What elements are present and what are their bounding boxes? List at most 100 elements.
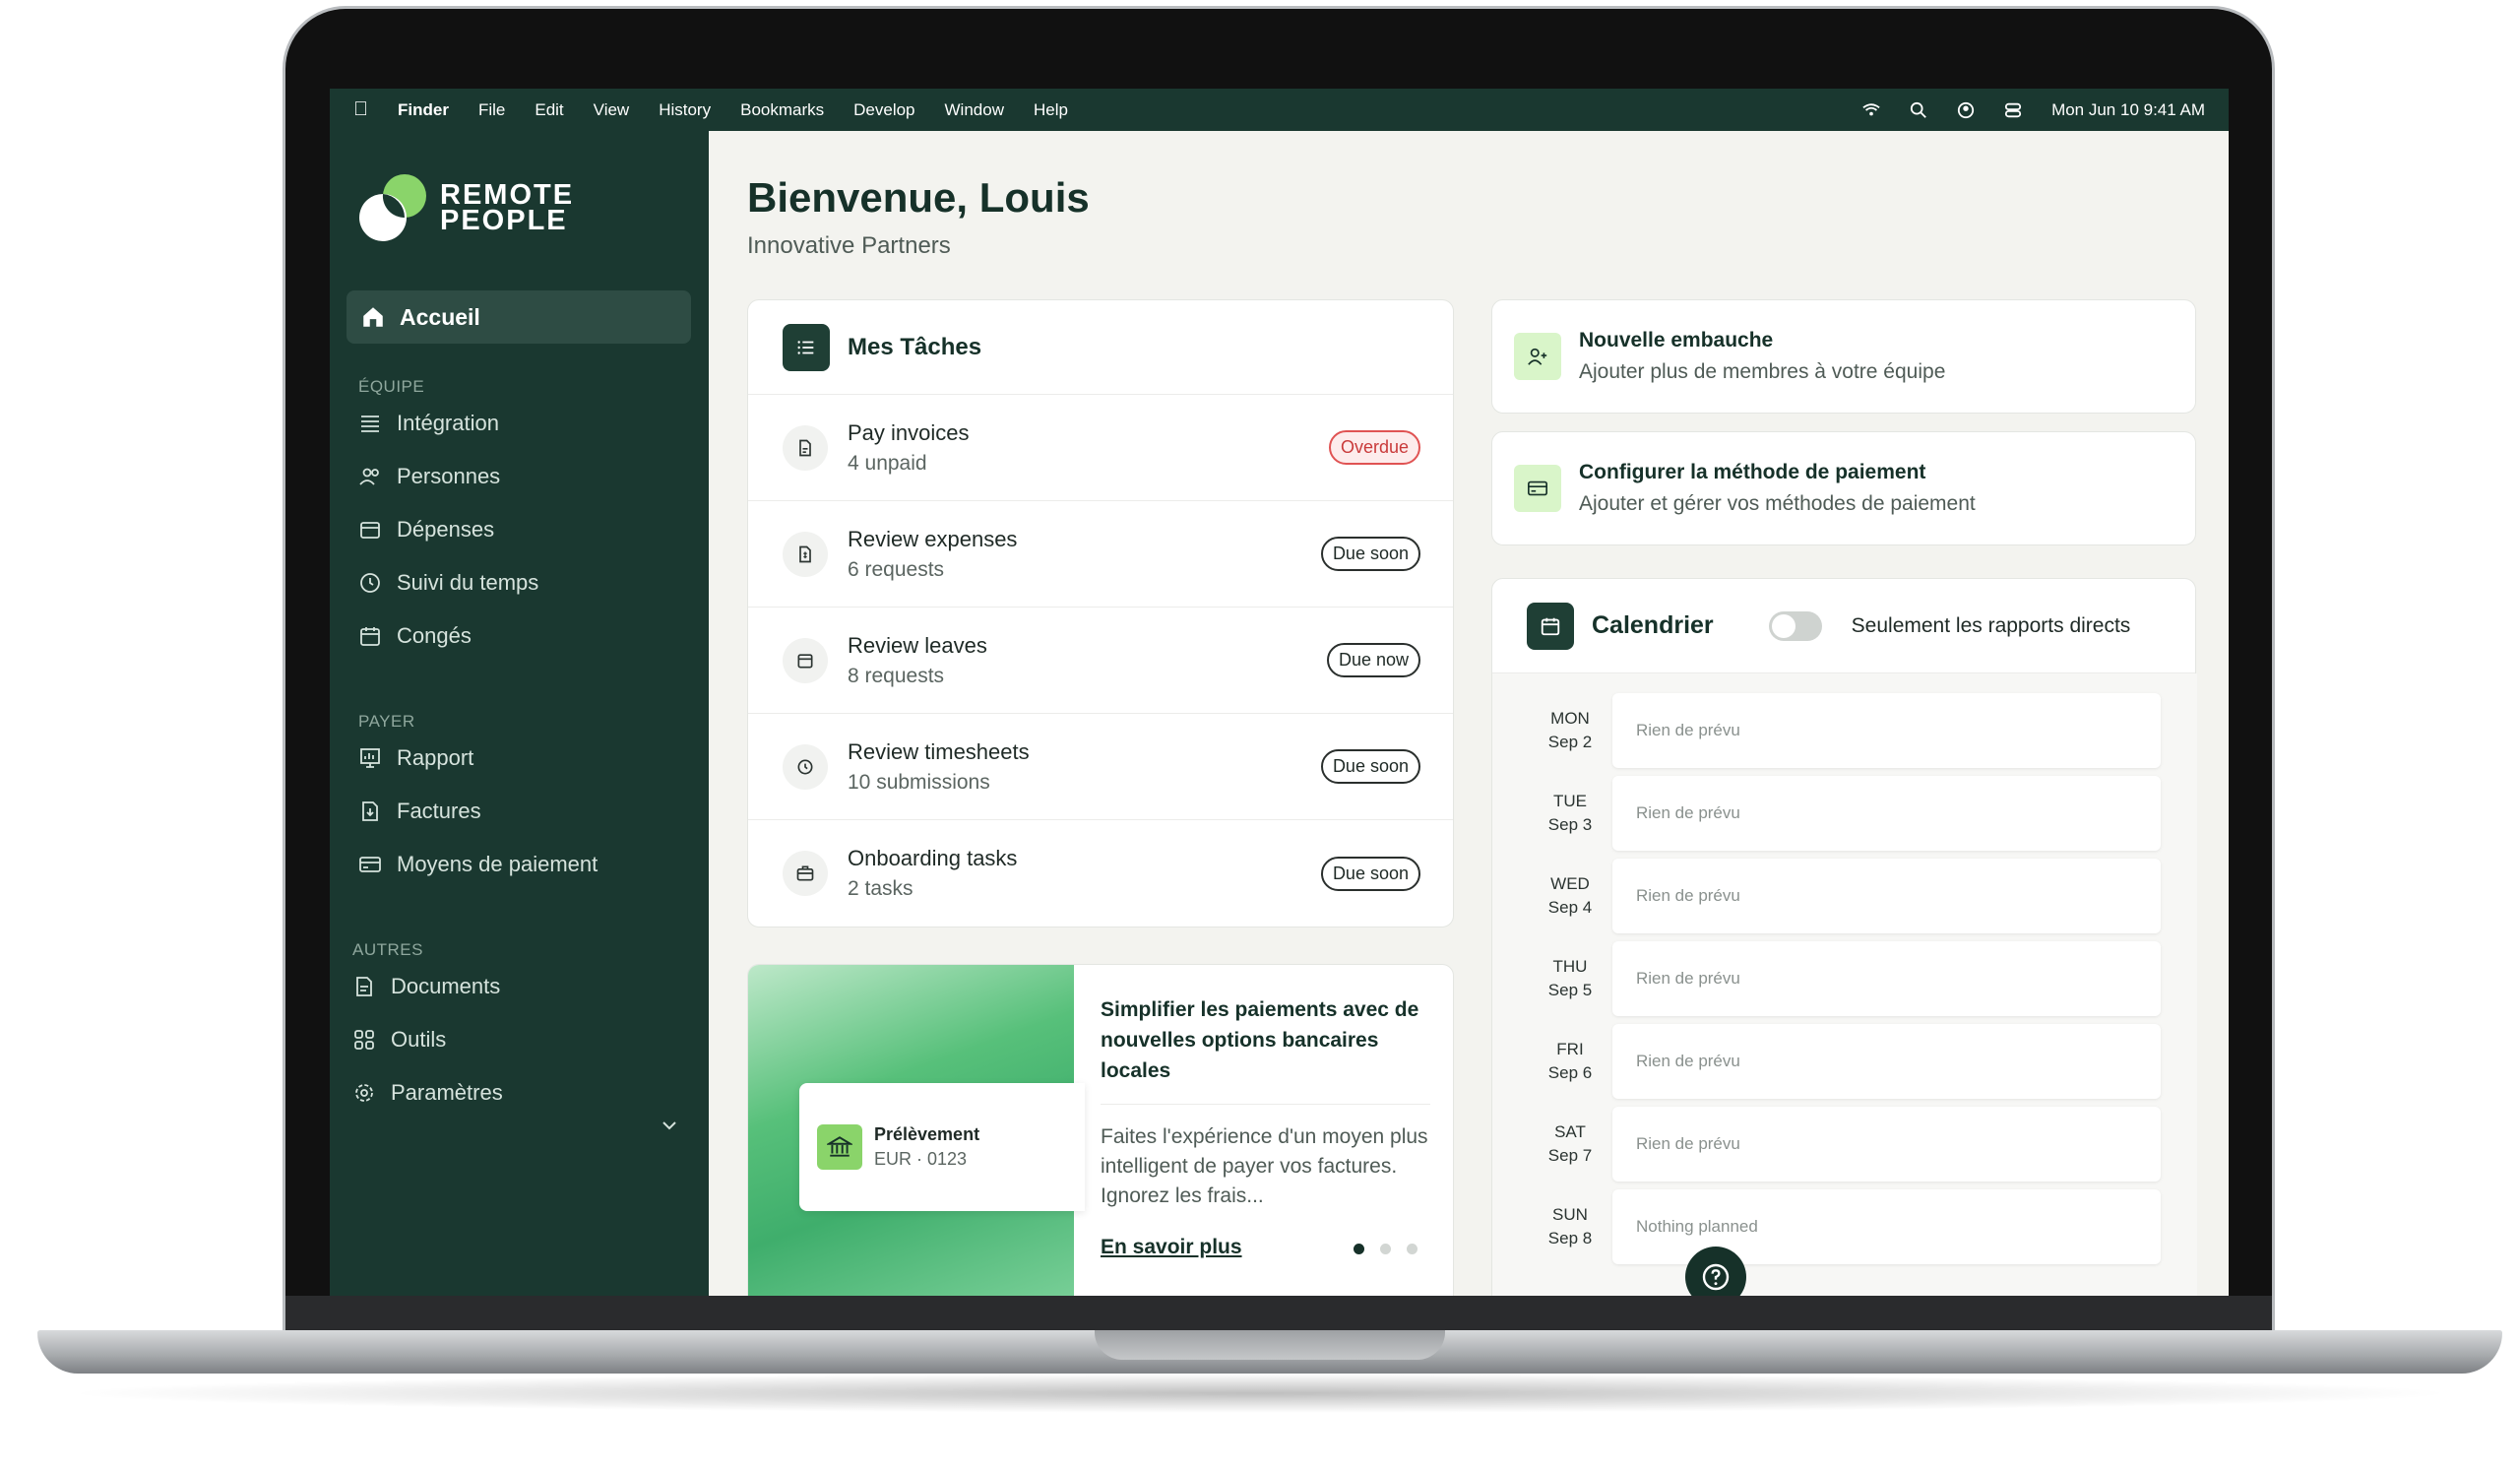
menu-view[interactable]: View <box>594 100 630 120</box>
search-icon[interactable] <box>1910 101 1927 119</box>
task-name: Review timesheets <box>848 738 1030 764</box>
tasks-header: Mes Tâches <box>748 300 1453 395</box>
task-row[interactable]: Review leaves 8 requests Due now <box>748 608 1453 714</box>
menu-edit[interactable]: Edit <box>535 100 563 120</box>
main-content: Bienvenue, Louis Innovative Partners Mes… <box>709 131 2229 1296</box>
wifi-icon[interactable] <box>1862 101 1880 119</box>
calendar-day[interactable]: THU Sep 5 Rien de prévu <box>1528 941 2161 1016</box>
control-center-icon[interactable] <box>2004 101 2022 119</box>
menu-file[interactable]: File <box>478 100 505 120</box>
company-name: Innovative Partners <box>747 232 951 259</box>
menu-window[interactable]: Window <box>945 100 1004 120</box>
menu-help[interactable]: Help <box>1034 100 1068 120</box>
day-events[interactable]: Nothing planned <box>1612 1189 2161 1264</box>
payment-method-card[interactable]: Configurer la méthode de paiement Ajoute… <box>1491 431 2196 545</box>
day-events[interactable]: Rien de prévu <box>1612 693 2161 768</box>
sidebar-item-label: Moyens de paiement <box>397 852 598 876</box>
task-count: 6 requests <box>848 557 945 581</box>
menu-datetime[interactable]: Mon Jun 10 9:41 AM <box>2051 100 2205 120</box>
grid-icon <box>351 1027 377 1053</box>
credit-card-icon <box>357 852 383 877</box>
promo-text: Faites l'expérience d'un moyen plus inte… <box>1101 1125 1428 1207</box>
calendar-header: Calendrier Seulement les rapports direct… <box>1492 579 2195 673</box>
menu-develop[interactable]: Develop <box>853 100 914 120</box>
promo-card: Prélèvement EUR · 0123 Simplifier les pa… <box>747 964 1454 1296</box>
sidebar-item-label: Personnes <box>397 464 501 488</box>
day-events[interactable]: Rien de prévu <box>1612 941 2161 1016</box>
sidebar-item-label: Documents <box>391 974 501 998</box>
add-user-icon <box>1514 333 1561 380</box>
task-count: 2 tasks <box>848 877 914 900</box>
task-row[interactable]: Review expenses 6 requests Due soon <box>748 501 1453 608</box>
menu-bookmarks[interactable]: Bookmarks <box>740 100 824 120</box>
sidebar-item-documents[interactable]: Documents <box>351 970 500 1003</box>
task-name: Review leaves <box>848 632 987 658</box>
day-events[interactable]: Rien de prévu <box>1612 776 2161 851</box>
task-row[interactable]: Pay invoices 4 unpaid Overdue <box>748 395 1453 501</box>
sidebar-item-personnes[interactable]: Personnes <box>357 460 500 493</box>
menu-history[interactable]: History <box>659 100 711 120</box>
status-badge: Due soon <box>1320 856 1420 891</box>
sidebar-item-moyens-de-paiement[interactable]: Moyens de paiement <box>357 848 598 881</box>
user-icon[interactable] <box>1957 101 1975 119</box>
carousel-dot[interactable] <box>1354 1244 1364 1254</box>
chevron-down-icon[interactable] <box>660 1116 679 1135</box>
sidebar-item-conges[interactable]: Congés <box>357 619 472 653</box>
calendar-day[interactable]: FRI Sep 6 Rien de prévu <box>1528 1024 2161 1099</box>
day-events[interactable]: Rien de prévu <box>1612 1107 2161 1182</box>
tasks-title: Mes Tâches <box>848 333 982 360</box>
day-of-week: SAT <box>1554 1122 1586 1141</box>
day-date: Sep 2 <box>1547 733 1593 751</box>
calendar-day[interactable]: TUE Sep 3 Rien de prévu <box>1528 776 2161 851</box>
action-title: Nouvelle embauche <box>1579 329 1774 352</box>
promo-image: Prélèvement EUR · 0123 <box>748 965 1085 1296</box>
sidebar-item-factures[interactable]: Factures <box>357 795 481 828</box>
task-row[interactable]: Onboarding tasks 2 tasks Due soon <box>748 820 1453 927</box>
sidebar-item-label: Rapport <box>397 745 474 770</box>
logo-icon <box>359 174 426 241</box>
calendar-day[interactable]: WED Sep 4 Rien de prévu <box>1528 859 2161 933</box>
sidebar-item-outils[interactable]: Outils <box>351 1023 446 1056</box>
menu-finder[interactable]: Finder <box>398 100 449 120</box>
sidebar-item-label: Dépenses <box>397 517 495 542</box>
sidebar-item-rapport[interactable]: Rapport <box>357 741 473 775</box>
day-of-week: TUE <box>1553 792 1587 810</box>
bank-icon <box>817 1124 862 1170</box>
apple-icon[interactable]:  <box>353 98 368 121</box>
task-name: Review expenses <box>848 526 1018 551</box>
learn-more-link[interactable]: En savoir plus <box>1101 1236 1242 1259</box>
carousel-dots <box>1354 1244 1418 1254</box>
sidebar-item-integration[interactable]: Intégration <box>357 407 499 440</box>
section-payer: PAYER <box>358 712 415 731</box>
action-subtitle: Ajouter et gérer vos méthodes de paiemen… <box>1579 492 1976 515</box>
tasks-card: Mes Tâches Pay invoices 4 unpaid Overdue… <box>747 299 1454 927</box>
sidebar-item-parametres[interactable]: Paramètres <box>351 1076 503 1110</box>
sidebar: REMOTE PEOPLE Accueil ÉQUIPE Intégration… <box>330 131 709 1296</box>
task-row[interactable]: Review timesheets 10 submissions Due soo… <box>748 714 1453 820</box>
calendar-day[interactable]: SUN Sep 8 Nothing planned <box>1528 1189 2161 1264</box>
day-date: Sep 4 <box>1547 898 1593 917</box>
task-count: 10 submissions <box>848 770 990 794</box>
calendar-day[interactable]: SAT Sep 7 Rien de prévu <box>1528 1107 2161 1182</box>
task-name: Pay invoices <box>848 419 970 445</box>
brand-logo[interactable]: REMOTE PEOPLE <box>357 172 574 243</box>
sidebar-item-accueil[interactable]: Accueil <box>346 290 691 344</box>
briefcase-icon <box>783 851 828 896</box>
carousel-dot[interactable] <box>1380 1244 1391 1254</box>
day-events[interactable]: Rien de prévu <box>1612 1024 2161 1099</box>
carousel-dot[interactable] <box>1407 1244 1418 1254</box>
sidebar-item-suivi-du-temps[interactable]: Suivi du temps <box>357 566 538 600</box>
direct-reports-toggle[interactable] <box>1768 610 1822 641</box>
sidebar-item-label: Suivi du temps <box>397 570 539 595</box>
status-badge: Due now <box>1326 643 1420 677</box>
new-hire-card[interactable]: Nouvelle embauche Ajouter plus de membre… <box>1491 299 2196 414</box>
sidebar-item-depenses[interactable]: Dépenses <box>357 513 494 546</box>
payment-method-preview: Prélèvement EUR · 0123 <box>799 1083 1085 1211</box>
day-of-week: WED <box>1550 874 1590 893</box>
list-icon <box>357 411 383 436</box>
day-events[interactable]: Rien de prévu <box>1612 859 2161 933</box>
action-title: Configurer la méthode de paiement <box>1579 461 1926 483</box>
calendar-day[interactable]: MON Sep 2 Rien de prévu <box>1528 693 2161 768</box>
calendar-icon <box>783 637 828 683</box>
document-icon <box>351 974 377 999</box>
